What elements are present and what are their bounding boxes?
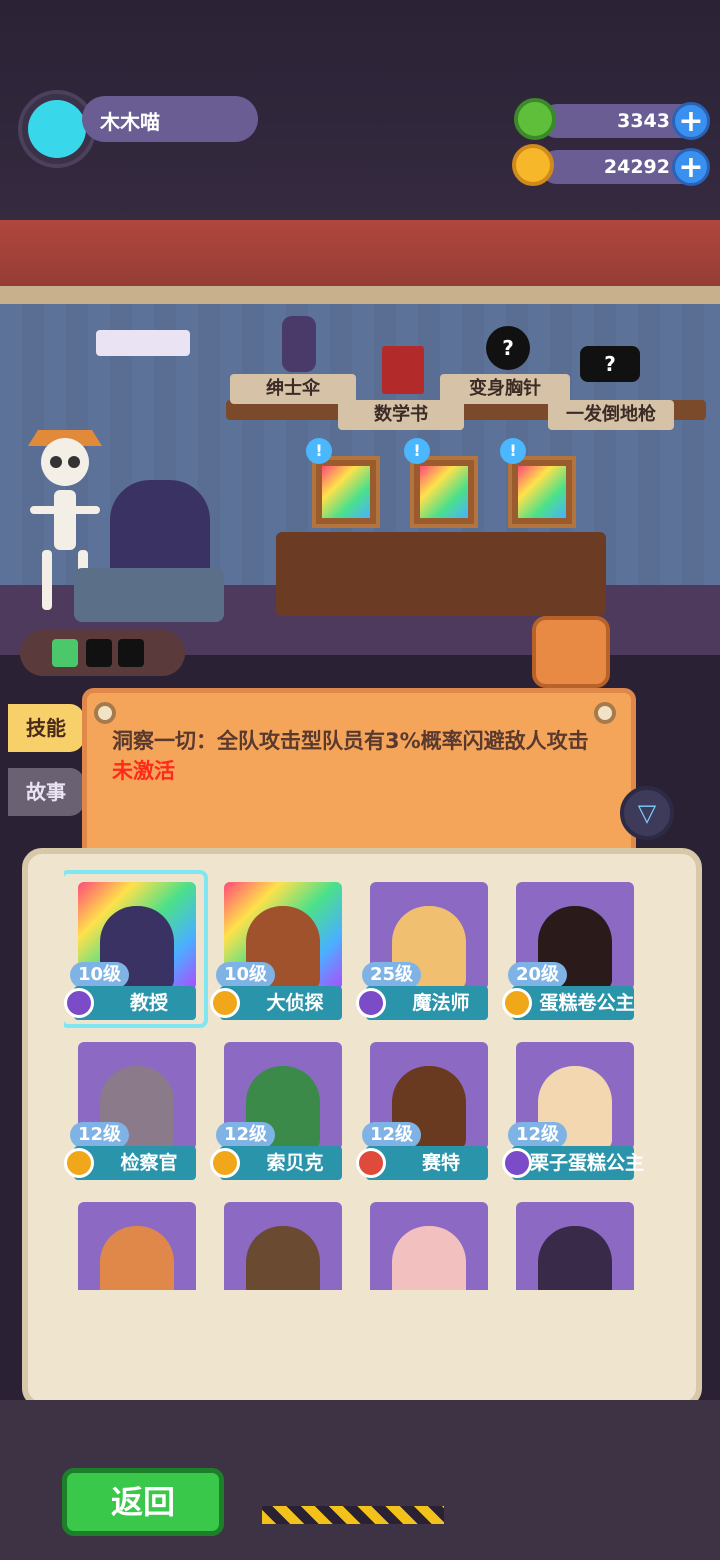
rarity-badge-icon	[64, 988, 94, 1018]
add-coins-button[interactable]: +	[672, 148, 710, 186]
alert-icon: !	[404, 438, 430, 464]
shelf-item-umbrella[interactable]: 绅士伞	[230, 374, 356, 404]
character-card[interactable]: 12级 赛特	[356, 1034, 492, 1184]
rarity-badge-icon	[210, 988, 240, 1018]
character-card[interactable]: 12级 索贝克	[210, 1034, 346, 1184]
rarity-badge-icon	[64, 1148, 94, 1178]
pin-icon	[594, 702, 616, 724]
character-face-icon	[538, 1226, 612, 1290]
battery-icon	[52, 639, 78, 667]
projector-icon	[96, 330, 190, 356]
filter-button[interactable]: ▽	[620, 786, 674, 840]
room-trim	[0, 286, 720, 304]
character-portrait	[516, 1202, 634, 1290]
character-level: 10级	[70, 962, 130, 988]
character-card[interactable]	[356, 1194, 492, 1290]
alert-icon: !	[500, 438, 526, 464]
character-card[interactable]: 10级 教授	[64, 870, 208, 1028]
character-face-icon	[392, 1226, 466, 1290]
character-card[interactable]	[210, 1194, 346, 1290]
character-level: 25级	[362, 962, 422, 988]
desk	[276, 532, 606, 616]
character-card[interactable]	[64, 1194, 200, 1290]
rarity-badge-icon	[210, 1148, 240, 1178]
blurred-footer-text	[150, 1320, 650, 1344]
character-level: 12级	[362, 1122, 422, 1148]
coin-icon	[512, 144, 554, 186]
cat-avatar-icon	[28, 100, 86, 158]
character-level: 20级	[508, 962, 568, 988]
rarity-badge-icon	[356, 988, 386, 1018]
chat-bubble-button[interactable]	[532, 616, 610, 688]
character-portrait	[370, 1202, 488, 1290]
math-book-icon	[382, 346, 424, 394]
character-card[interactable]: 20级 蛋糕卷公主	[502, 874, 638, 1024]
character-level: 12级	[216, 1122, 276, 1148]
tab-skills[interactable]: 技能	[8, 704, 84, 752]
alert-icon: !	[306, 438, 332, 464]
character-level: 12级	[70, 1122, 130, 1148]
umbrella-icon	[282, 316, 316, 372]
portrait-frame-1[interactable]	[312, 456, 380, 528]
skill-description: 洞察一切：全队攻击型队员有3%概率闪避敌人攻击 未激活	[112, 726, 602, 786]
coin-count: 24292	[603, 156, 670, 178]
character-level: 10级	[216, 962, 276, 988]
shelf-item-math-book[interactable]: 数学书	[338, 400, 464, 430]
rarity-badge-icon	[356, 1148, 386, 1178]
skill-status: 未激活	[112, 759, 175, 783]
add-gems-button[interactable]: +	[672, 102, 710, 140]
rarity-badge-icon	[502, 988, 532, 1018]
back-button[interactable]: 返回	[62, 1468, 224, 1536]
player-name: 木木喵	[100, 110, 160, 134]
empty-slot	[118, 639, 144, 667]
character-level: 12级	[508, 1122, 568, 1148]
bench	[74, 568, 224, 622]
unknown-brooch-icon: ?	[486, 326, 530, 370]
skill-text: 洞察一切：全队攻击型队员有3%概率闪避敌人攻击	[112, 729, 589, 753]
empty-slot	[86, 639, 112, 667]
rarity-badge-icon	[502, 1148, 532, 1178]
character-face-icon	[100, 1226, 174, 1290]
unknown-gun-icon: ?	[580, 346, 640, 382]
portrait-frame-2[interactable]	[410, 456, 478, 528]
character-portrait	[78, 1202, 196, 1290]
gem-count: 3343	[617, 110, 670, 132]
character-face-icon	[246, 1226, 320, 1290]
character-card[interactable]: 12级 检察官	[64, 1034, 200, 1184]
character-card[interactable]: 12级 栗子蛋糕公主	[502, 1034, 644, 1184]
pin-icon	[94, 702, 116, 724]
character-portrait	[224, 1202, 342, 1290]
character-card[interactable]: 10级 大侦探	[210, 874, 346, 1024]
character-card[interactable]: 25级 魔法师	[356, 874, 492, 1024]
character-card[interactable]	[502, 1194, 638, 1290]
character-grid: 10级 教授 10级 大侦探 25级 魔法师 20级 蛋糕卷公主 12级 检察官 12级 索贝克 12级…	[64, 870, 654, 1290]
shelf-item-gun[interactable]: 一发倒地枪	[548, 400, 674, 430]
tab-story[interactable]: 故事	[8, 768, 84, 816]
hazard-stripe	[262, 1506, 444, 1524]
portrait-frame-3[interactable]	[508, 456, 576, 528]
